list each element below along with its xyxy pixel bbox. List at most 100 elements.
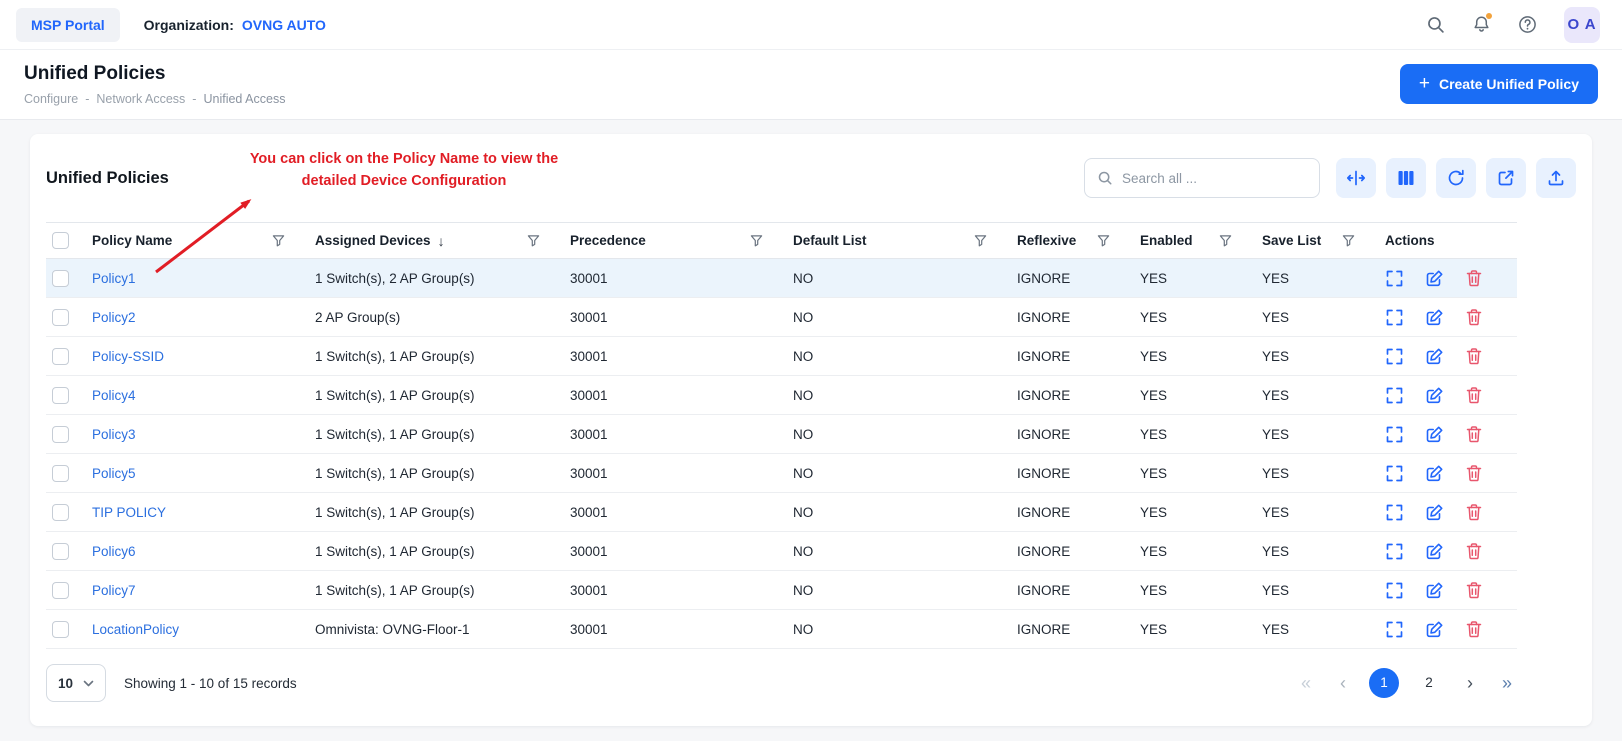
delete-row-button[interactable] [1465,308,1483,327]
edit-row-button[interactable] [1425,347,1444,366]
row-checkbox[interactable] [52,582,69,599]
filter-icon[interactable] [272,234,285,247]
topbar-actions: O A [1426,7,1600,43]
page-size-select[interactable]: 10 [46,664,106,702]
expand-row-button[interactable] [1385,425,1404,444]
edit-row-button[interactable] [1425,269,1444,288]
row-checkbox[interactable] [52,309,69,326]
policy-name-link[interactable]: Policy6 [92,544,136,559]
col-header-precedence[interactable]: Precedence [570,223,793,259]
page-header: Unified Policies Configure - Network Acc… [0,50,1622,120]
policy-name-link[interactable]: Policy3 [92,427,136,442]
upload-button[interactable] [1536,158,1576,198]
organization-name-link[interactable]: OVNG AUTO [242,17,326,33]
search-all-input[interactable] [1122,171,1307,186]
select-all-checkbox[interactable] [52,232,69,249]
table-footer: 10 Showing 1 - 10 of 15 records « ‹ 1 2 … [46,649,1576,720]
delete-row-button[interactable] [1465,620,1483,639]
row-checkbox[interactable] [52,270,69,287]
reflexive-cell: IGNORE [1017,259,1140,298]
expand-row-button[interactable] [1385,620,1404,639]
policy-name-link[interactable]: Policy1 [92,271,136,286]
user-avatar[interactable]: O A [1564,7,1600,43]
delete-row-button[interactable] [1465,347,1483,366]
save-list-cell: YES [1262,532,1385,571]
policy-name-link[interactable]: LocationPolicy [92,622,179,637]
expand-row-button[interactable] [1385,386,1404,405]
col-label: Policy Name [92,233,172,248]
edit-row-button[interactable] [1425,581,1444,600]
breadcrumb-item-configure[interactable]: Configure [24,92,78,106]
notifications-bell-icon[interactable] [1472,15,1491,34]
create-unified-policy-button[interactable]: + Create Unified Policy [1400,64,1598,104]
expand-row-button[interactable] [1385,503,1404,522]
edit-row-button[interactable] [1425,503,1444,522]
col-header-save-list[interactable]: Save List [1262,223,1385,259]
export-open-button[interactable] [1486,158,1526,198]
filter-icon[interactable] [750,234,763,247]
filter-icon[interactable] [1097,234,1110,247]
edit-row-button[interactable] [1425,542,1444,561]
refresh-button[interactable] [1436,158,1476,198]
expand-collapse-width-button[interactable] [1336,158,1376,198]
filter-icon[interactable] [1342,234,1355,247]
expand-row-button[interactable] [1385,308,1404,327]
assigned-devices-cell: 1 Switch(s), 2 AP Group(s) [315,259,570,298]
pagination-next-button[interactable]: › [1459,674,1481,692]
precedence-cell: 30001 [570,298,793,337]
delete-row-button[interactable] [1465,464,1483,483]
policy-name-link[interactable]: Policy7 [92,583,136,598]
records-summary: Showing 1 - 10 of 15 records [124,676,297,691]
row-checkbox[interactable] [52,465,69,482]
msp-portal-button[interactable]: MSP Portal [16,8,120,42]
breadcrumb-item-network-access[interactable]: Network Access [96,92,185,106]
filter-icon[interactable] [974,234,987,247]
policy-name-link[interactable]: Policy5 [92,466,136,481]
table-row: Policy6 1 Switch(s), 1 AP Group(s) 30001… [46,532,1517,571]
search-icon[interactable] [1426,15,1445,34]
col-header-reflexive[interactable]: Reflexive [1017,223,1140,259]
policy-name-link[interactable]: TIP POLICY [92,505,166,520]
edit-row-button[interactable] [1425,308,1444,327]
col-header-enabled[interactable]: Enabled [1140,223,1262,259]
col-header-default-list[interactable]: Default List [793,223,1017,259]
delete-row-button[interactable] [1465,386,1483,405]
edit-row-button[interactable] [1425,620,1444,639]
filter-icon[interactable] [1219,234,1232,247]
expand-row-button[interactable] [1385,464,1404,483]
policy-name-link[interactable]: Policy2 [92,310,136,325]
delete-row-button[interactable] [1465,503,1483,522]
pagination-last-button[interactable]: » [1496,674,1518,692]
delete-row-button[interactable] [1465,425,1483,444]
expand-row-button[interactable] [1385,542,1404,561]
pagination-page-2[interactable]: 2 [1414,668,1444,698]
row-checkbox[interactable] [52,504,69,521]
row-checkbox[interactable] [52,543,69,560]
breadcrumb-separator: - [192,92,196,106]
column-picker-button[interactable] [1386,158,1426,198]
delete-row-button[interactable] [1465,269,1483,288]
pagination-prev-button[interactable]: ‹ [1332,674,1354,692]
row-checkbox[interactable] [52,348,69,365]
help-icon[interactable] [1518,15,1537,34]
policy-name-link[interactable]: Policy-SSID [92,349,164,364]
edit-row-button[interactable] [1425,464,1444,483]
delete-row-button[interactable] [1465,581,1483,600]
row-checkbox[interactable] [52,621,69,638]
policy-name-link[interactable]: Policy4 [92,388,136,403]
delete-row-button[interactable] [1465,542,1483,561]
pagination-page-1[interactable]: 1 [1369,668,1399,698]
precedence-cell: 30001 [570,454,793,493]
filter-icon[interactable] [527,234,540,247]
expand-row-button[interactable] [1385,269,1404,288]
expand-row-button[interactable] [1385,581,1404,600]
row-checkbox[interactable] [52,426,69,443]
edit-row-button[interactable] [1425,425,1444,444]
expand-row-button[interactable] [1385,347,1404,366]
pagination-first-button[interactable]: « [1295,674,1317,692]
edit-row-button[interactable] [1425,386,1444,405]
col-header-policy-name[interactable]: Policy Name [92,223,315,259]
row-checkbox[interactable] [52,387,69,404]
sort-desc-icon[interactable]: ↓ [438,234,445,248]
col-header-assigned-devices[interactable]: Assigned Devices ↓ [315,223,570,259]
